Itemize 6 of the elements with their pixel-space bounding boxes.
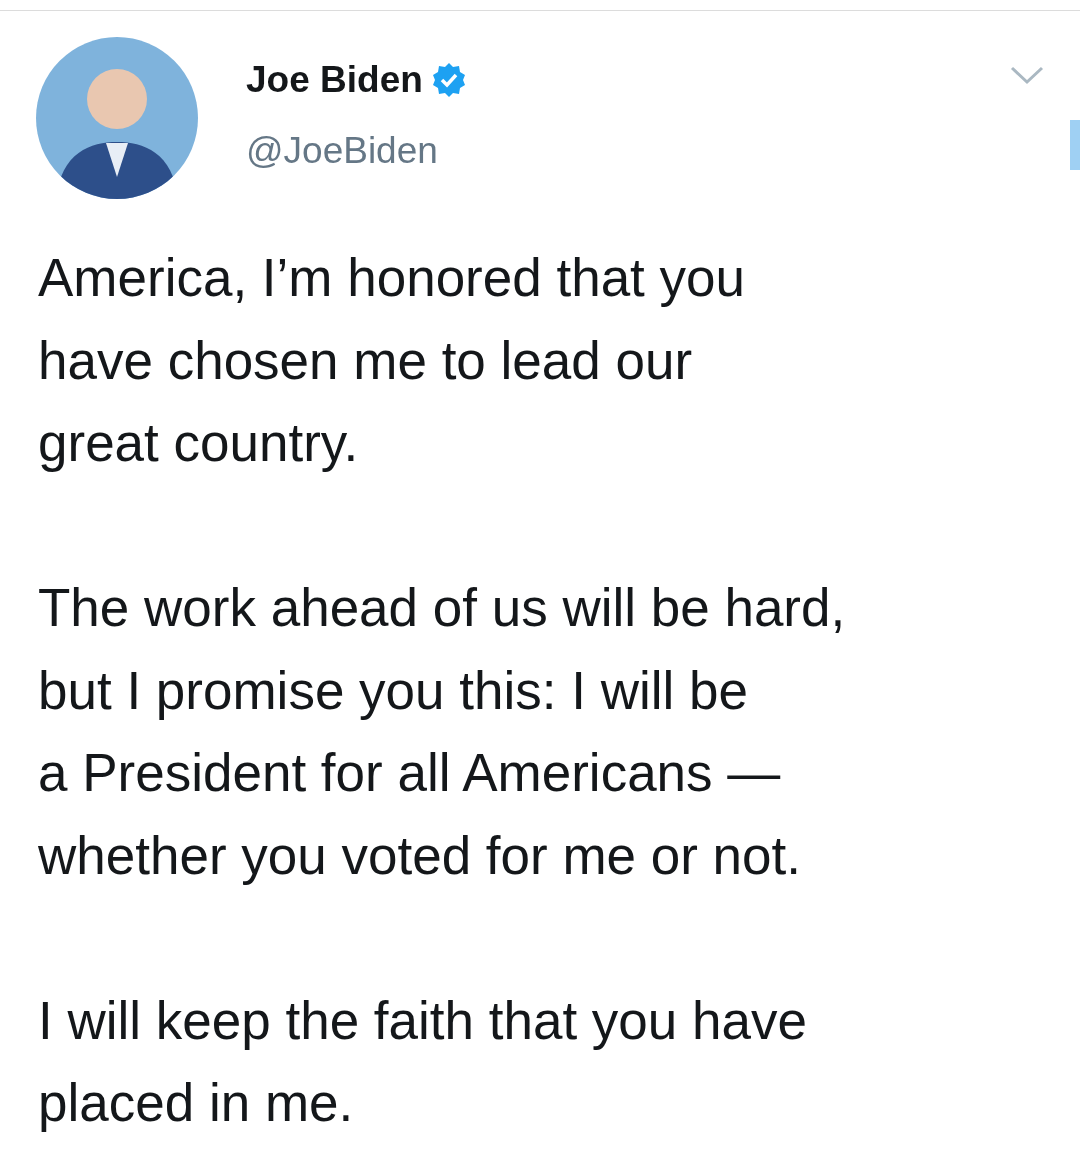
author-name[interactable]: Joe Biden [246,61,423,98]
author-handle[interactable]: @JoeBiden [246,132,1010,169]
tweet-paragraph: America, I’m honored that you have chosen me to lead our great country. [38,247,746,474]
tweet-paragraph: The work ahead of us will be hard, but I promise you this: I will be a President for all Americans — whether you voted for me or not. [38,577,847,887]
tweet-paragraph: I will keep the faith that you have placed in me. [38,989,808,1134]
scroll-indicator [1070,120,1080,170]
